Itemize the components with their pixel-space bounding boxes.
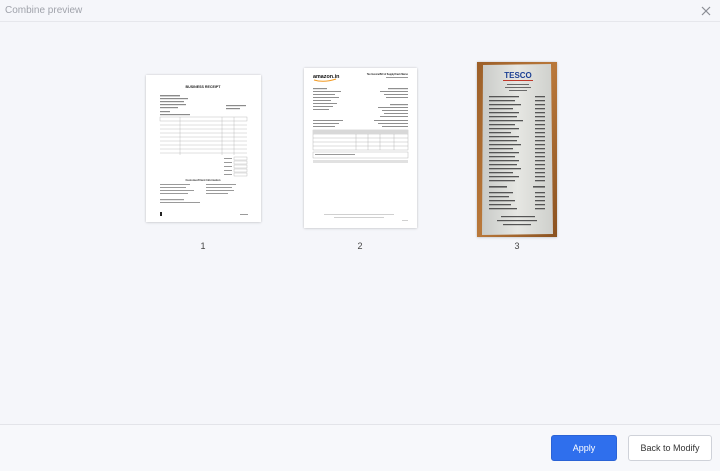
page-thumbnail-3[interactable]: TESCO	[477, 62, 557, 237]
amazon-invoice-preview: amazon.in Tax Invoice/Bill of Supply/Cas…	[304, 68, 417, 228]
page-number-1: 1	[200, 241, 206, 251]
back-to-modify-button[interactable]: Back to Modify	[628, 435, 712, 461]
tesco-logo: TESCO	[504, 71, 532, 80]
window-titlebar: Combine preview	[0, 0, 720, 22]
receipt-title: BUSINESS RECEIPT	[186, 85, 222, 89]
page-number-3: 3	[514, 241, 520, 251]
business-receipt-preview: BUSINESS RECEIPT Customer/Client Informa…	[146, 75, 261, 222]
close-icon	[701, 6, 711, 16]
receipt-subtitle: Customer/Client Information	[185, 178, 220, 182]
apply-button[interactable]: Apply	[551, 435, 617, 461]
close-button[interactable]	[698, 3, 714, 19]
page-thumbnail-2[interactable]: amazon.in Tax Invoice/Bill of Supply/Cas…	[304, 68, 417, 228]
dialog-footer: Apply Back to Modify	[0, 424, 720, 471]
page-number-2: 2	[357, 241, 363, 251]
tesco-receipt-photo: TESCO	[477, 62, 557, 237]
page-thumbnail-1[interactable]: BUSINESS RECEIPT Customer/Client Informa…	[146, 75, 261, 222]
preview-area: BUSINESS RECEIPT Customer/Client Informa…	[0, 22, 720, 424]
window-title: Combine preview	[5, 5, 83, 16]
invoice-title: Tax Invoice/Bill of Supply/Cash Memo	[367, 74, 409, 76]
